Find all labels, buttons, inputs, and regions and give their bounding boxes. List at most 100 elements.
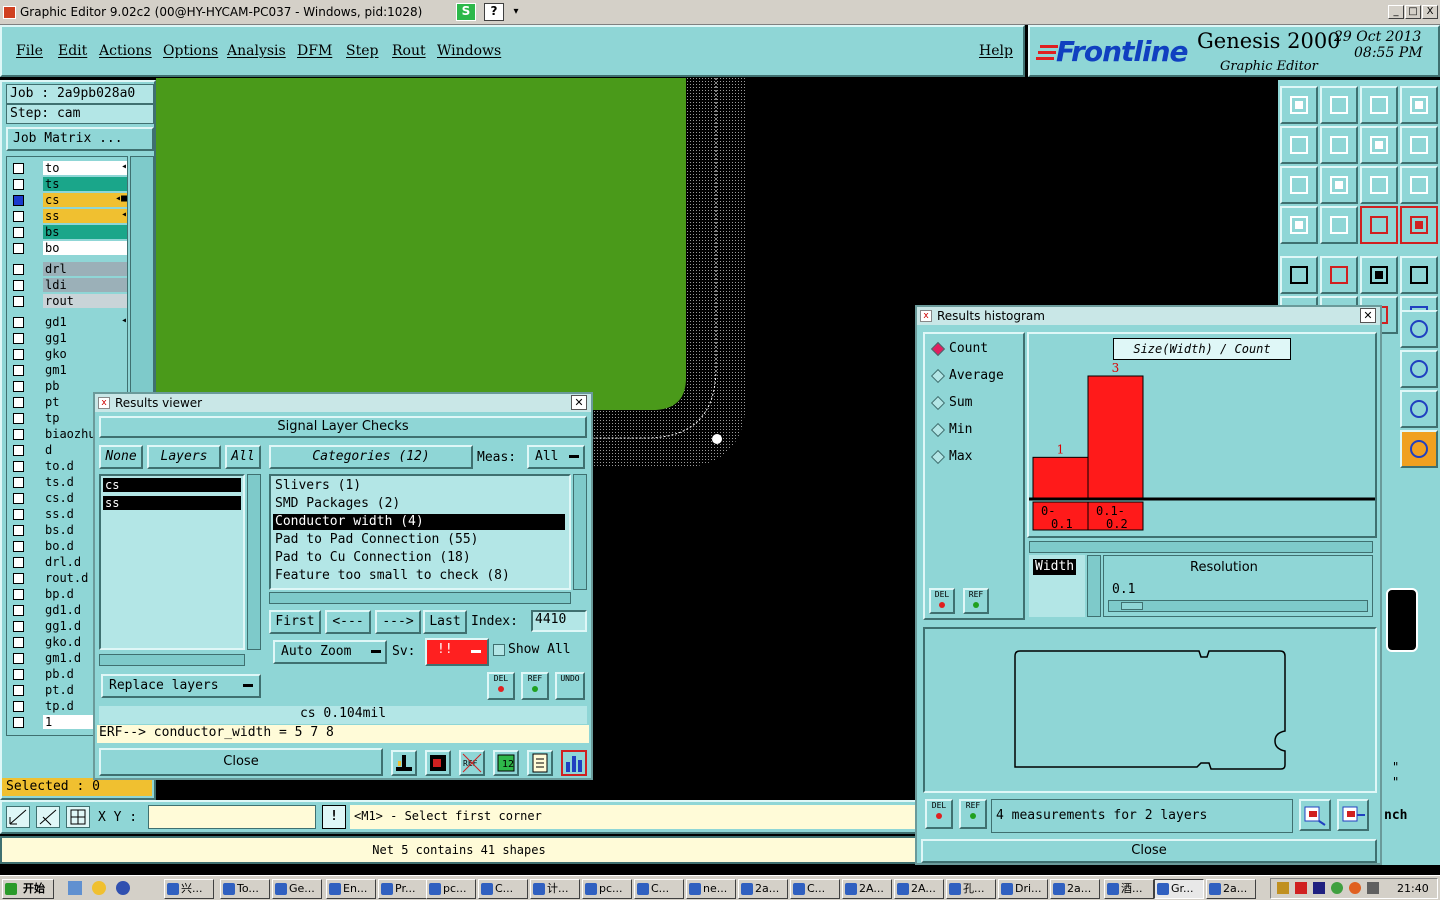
layer-checkbox[interactable] [13,445,24,456]
select-arrow-icon[interactable] [1400,430,1438,468]
category-item[interactable]: SMD Packages (2) [273,496,565,512]
layer-checkbox[interactable] [13,525,24,536]
measure-ruler-icon[interactable] [1360,256,1398,294]
menu-step[interactable]: Step [346,43,378,59]
resolution-slider[interactable] [1108,600,1368,612]
taskbar-item[interactable]: 计... [530,879,580,899]
cluster-icon[interactable] [1400,350,1438,388]
ref-button[interactable]: REF [521,672,549,700]
warning-icon[interactable]: ! [322,805,346,829]
histogram-bar[interactable] [1032,456,1089,499]
last-button[interactable]: Last [423,610,467,634]
taskbar-item[interactable]: C... [634,879,684,899]
layer-row-drl[interactable]: drl [11,262,129,277]
grid-icon[interactable] [66,806,90,828]
category-item[interactable]: Pad to Pad Connection (55) [273,532,565,548]
menu-rout[interactable]: Rout [392,43,426,59]
taskbar-item[interactable]: 兴... [164,879,214,899]
category-item[interactable]: Conductor width (4) [273,514,565,530]
help-icon[interactable] [1400,166,1438,204]
tool-a-icon[interactable] [1280,206,1318,244]
layer-name[interactable]: drl [43,262,127,276]
start-button[interactable]: 开始 [2,879,54,899]
clock-app-icon[interactable] [92,881,106,895]
count-icon[interactable]: 12 [493,750,519,776]
option-average[interactable]: Average [930,367,1021,387]
layer-checkbox[interactable] [13,280,24,291]
hist-ref-button[interactable]: REF [963,588,989,614]
report-icon[interactable] [527,750,553,776]
layer-checkbox[interactable] [13,243,24,254]
pad-mode-icon[interactable] [1400,256,1438,294]
layer-row-bs[interactable]: bs [11,225,129,240]
toolbar-dropdown-icon[interactable]: ▾ [508,3,524,21]
taskbar-item[interactable]: ne... [686,879,736,899]
layer-name[interactable]: ss [43,209,127,223]
export-icon[interactable] [1299,799,1331,831]
layer-row-to[interactable]: to ◂ [11,161,129,176]
layer-row-rout[interactable]: rout [11,294,129,309]
layer-checkbox[interactable] [13,541,24,552]
layer-checkbox[interactable] [13,397,24,408]
layers-button[interactable]: Layers [147,445,221,469]
undo-button[interactable]: UNDO [555,672,585,700]
layer-checkbox[interactable] [13,509,24,520]
layer-name[interactable]: ldi [43,278,127,292]
tray-icon-6[interactable] [1367,882,1379,894]
outline-mode-icon[interactable] [1320,256,1358,294]
category-list[interactable]: Slivers (1) SMD Packages (2) Conductor wid… [269,474,571,590]
center-icon[interactable] [1320,166,1358,204]
tray-icon-1[interactable] [1277,882,1289,894]
layer-checkbox[interactable] [13,621,24,632]
layer-checkbox[interactable] [13,637,24,648]
none-button[interactable]: None [99,445,143,469]
first-button[interactable]: First [269,610,321,634]
layer-checkbox[interactable] [13,365,24,376]
category-item[interactable]: Feature too small to check (8) [273,568,565,584]
menu-options[interactable]: Options [163,43,218,59]
menu-help[interactable]: Help [979,43,1013,59]
s-toolbar-icon[interactable]: S [456,3,476,21]
minimize-button[interactable]: _ [1388,5,1404,19]
desktop-icon[interactable] [68,881,82,895]
layer-row-gm1[interactable]: gm1 [11,363,129,378]
del-button[interactable]: DEL [487,672,515,700]
menu-file[interactable]: File [16,43,43,59]
layer-checkbox[interactable] [13,381,24,392]
layer-name[interactable]: gm1 [43,363,127,377]
all-button[interactable]: All [225,445,261,469]
xy-input[interactable] [148,805,316,829]
report-export-icon[interactable] [1337,799,1369,831]
taskbar-item[interactable]: C... [790,879,840,899]
layer-row-ldi[interactable]: ldi [11,278,129,293]
tray-icon-2[interactable] [1295,882,1307,894]
zoom-result-icon[interactable] [391,750,417,776]
snap-icon[interactable] [36,806,60,828]
taskbar-item[interactable]: pc... [426,879,476,899]
layer-row-cs[interactable]: cs [103,478,241,492]
tool-b-icon[interactable] [1320,206,1358,244]
fit-all-icon[interactable] [1280,166,1318,204]
layer-checkbox[interactable] [13,653,24,664]
help-toolbar-icon[interactable]: ? [484,3,504,21]
layer-checkbox[interactable] [13,477,24,488]
taskbar-item[interactable]: Dri... [998,879,1048,899]
layer-name[interactable]: gg1 [43,331,127,345]
width-list-vscroll[interactable] [1087,555,1101,617]
layer-list-hscroll[interactable] [99,654,245,666]
taskbar-item[interactable]: 2a... [1050,879,1100,899]
layer-checkbox[interactable] [13,429,24,440]
pan-left-icon[interactable] [1280,126,1318,164]
layer-name[interactable]: bs [43,225,127,239]
index-input[interactable]: 4410 [531,610,587,632]
layer-checkbox[interactable] [13,461,24,472]
taskbar-item[interactable]: C... [478,879,528,899]
menu-windows[interactable]: Windows [437,43,501,59]
histogram-chart[interactable]: 1 0-0.1 3 0.1-0.2 [1029,334,1375,534]
layer-row-gd1[interactable]: gd1 ◂ [11,315,129,330]
close-icon[interactable]: ✕ [1360,308,1376,323]
net-red-icon[interactable] [1360,206,1398,244]
taskbar-item[interactable]: 2a... [1206,879,1256,899]
layer-name[interactable]: rout [43,294,127,308]
show-all-checkbox[interactable] [493,644,505,656]
